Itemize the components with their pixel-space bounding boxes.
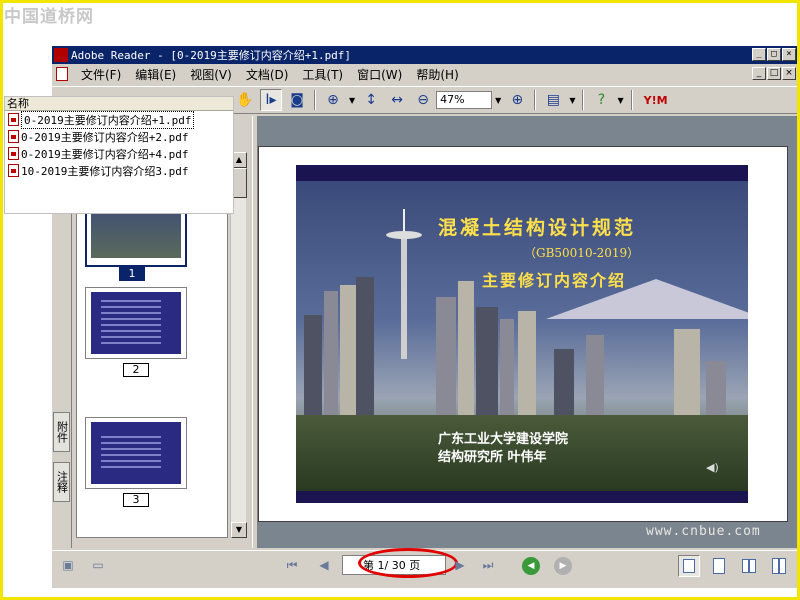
menu-tools[interactable]: 工具(T) bbox=[295, 66, 350, 83]
toolbar-separator bbox=[314, 90, 316, 110]
slide-organization: 广东工业大学建设学院 bbox=[438, 432, 569, 447]
file-item[interactable]: 10-2019主要修订内容介绍3.pdf bbox=[5, 162, 233, 179]
continuous-icon[interactable] bbox=[708, 555, 730, 577]
slide-author: 结构研究所 叶伟年 bbox=[438, 450, 547, 465]
fit-height-icon[interactable]: ↕ bbox=[360, 89, 382, 111]
continuous-facing-icon[interactable] bbox=[768, 555, 790, 577]
thumbnail-page-2[interactable] bbox=[85, 287, 187, 359]
doc-restore-button[interactable]: □ bbox=[767, 67, 781, 80]
status-bar: ▣ ▭ ⏮ ◀ 第 1/ 30 页 ▶ ⏭ ◀ ▶ bbox=[52, 548, 798, 582]
speaker-icon: ◀) bbox=[706, 461, 719, 474]
doc-minimize-button[interactable]: _ bbox=[752, 67, 766, 80]
pdf-file-icon bbox=[8, 130, 19, 143]
document-view: 混凝土结构设计规范 （GB50010-2019） 主要修订内容介绍 广东工业大学… bbox=[258, 116, 798, 548]
chevron-down-icon[interactable]: ▼ bbox=[617, 96, 623, 105]
slide-title: 混凝土结构设计规范 bbox=[438, 217, 637, 239]
tab-comments[interactable]: 注释 bbox=[53, 462, 70, 502]
menu-window[interactable]: 窗口(W) bbox=[350, 66, 409, 83]
adobe-icon bbox=[54, 48, 68, 62]
menu-file[interactable]: 文件(F) bbox=[74, 66, 128, 83]
file-item[interactable]: 0-2019主要修订内容介绍+4.pdf bbox=[5, 145, 233, 162]
go-forward-icon[interactable]: ▶ bbox=[554, 557, 572, 575]
hand-icon[interactable]: ✋ bbox=[234, 89, 256, 111]
watermark-text: 中国道桥网 bbox=[4, 7, 94, 27]
file-name: 0-2019主要修订内容介绍+1.pdf bbox=[21, 110, 195, 129]
pdf-file-icon bbox=[8, 113, 19, 126]
file-list-popup: 名称 0-2019主要修订内容介绍+1.pdf 0-2019主要修订内容介绍+2… bbox=[4, 96, 234, 214]
thumbnail-number: 1 bbox=[119, 267, 145, 281]
zoom-out-icon[interactable]: ⊖ bbox=[412, 89, 434, 111]
toolbar-separator bbox=[582, 90, 585, 110]
sidebar-toggle-icon[interactable]: ▣ bbox=[58, 555, 78, 575]
page-number-field[interactable]: 第 1/ 30 页 bbox=[342, 555, 446, 575]
menu-document[interactable]: 文档(D) bbox=[239, 66, 296, 83]
tab-attachments[interactable]: 附件 bbox=[53, 412, 70, 452]
file-name: 10-2019主要修订内容介绍3.pdf bbox=[21, 164, 189, 178]
pdf-page: 混凝土结构设计规范 （GB50010-2019） 主要修订内容介绍 广东工业大学… bbox=[258, 146, 788, 522]
menu-view[interactable]: 视图(V) bbox=[183, 66, 239, 83]
watermark-url: www.cnbue.com bbox=[646, 524, 761, 539]
window-title: Adobe Reader - [0-2019主要修订内容介绍+1.pdf] bbox=[71, 49, 352, 62]
next-page-icon[interactable]: ▶ bbox=[450, 555, 470, 575]
thumbnail-page-3[interactable] bbox=[85, 417, 187, 489]
page-tools-icon[interactable]: ▤ bbox=[542, 89, 564, 111]
doc-close-button[interactable]: × bbox=[782, 67, 796, 80]
document-icon[interactable] bbox=[56, 67, 68, 81]
pdf-file-icon bbox=[8, 164, 19, 177]
go-back-icon[interactable]: ◀ bbox=[522, 557, 540, 575]
close-button[interactable]: × bbox=[782, 48, 796, 61]
thumbnail-number: 2 bbox=[123, 363, 149, 377]
chevron-down-icon[interactable]: ▼ bbox=[495, 96, 501, 105]
menu-bar: 文件(F) 编辑(E) 视图(V) 文档(D) 工具(T) 窗口(W) 帮助(H… bbox=[52, 64, 798, 84]
chevron-down-icon[interactable]: ▼ bbox=[349, 96, 355, 105]
pdf-file-icon bbox=[8, 147, 19, 160]
chevron-down-icon[interactable]: ▼ bbox=[569, 96, 575, 105]
last-page-icon[interactable]: ⏭ bbox=[478, 555, 498, 575]
thumbnail-number: 3 bbox=[123, 493, 149, 507]
column-header-name[interactable]: 名称 bbox=[5, 97, 233, 111]
first-page-icon[interactable]: ⏮ bbox=[282, 555, 302, 575]
open-icon[interactable]: ▭ bbox=[88, 555, 108, 575]
maximize-button[interactable]: □ bbox=[767, 48, 781, 61]
file-name: 0-2019主要修订内容介绍+2.pdf bbox=[21, 130, 189, 144]
previous-page-icon[interactable]: ◀ bbox=[314, 555, 334, 575]
menu-help[interactable]: 帮助(H) bbox=[409, 66, 465, 83]
slide-image: 混凝土结构设计规范 （GB50010-2019） 主要修订内容介绍 广东工业大学… bbox=[296, 165, 748, 503]
facing-icon[interactable] bbox=[738, 555, 760, 577]
toolbar-separator bbox=[534, 90, 537, 110]
file-name: 0-2019主要修订内容介绍+4.pdf bbox=[21, 147, 189, 161]
slide-code: （GB50010-2019） bbox=[524, 246, 640, 260]
fit-width-icon[interactable]: ↔ bbox=[386, 89, 408, 111]
yahoo-icon[interactable]: Y!M bbox=[639, 89, 673, 111]
select-text-icon[interactable]: I▸ bbox=[260, 89, 282, 111]
slide-subtitle: 主要修订内容介绍 bbox=[482, 271, 627, 290]
file-item[interactable]: 0-2019主要修订内容介绍+2.pdf bbox=[5, 128, 233, 145]
zoom-in-icon[interactable]: ⊕ bbox=[322, 89, 344, 111]
file-item[interactable]: 0-2019主要修订内容介绍+1.pdf bbox=[5, 110, 233, 129]
minimize-button[interactable]: _ bbox=[752, 48, 766, 61]
scroll-down-button[interactable]: ▼ bbox=[231, 522, 247, 538]
single-page-icon[interactable] bbox=[678, 555, 700, 577]
help-icon[interactable]: ? bbox=[590, 89, 612, 111]
toolbar-separator bbox=[630, 90, 633, 110]
zoom-plus-icon[interactable]: ⊕ bbox=[506, 89, 528, 111]
snapshot-icon[interactable]: ◙ bbox=[286, 89, 308, 111]
title-bar[interactable]: Adobe Reader - [0-2019主要修订内容介绍+1.pdf] _ … bbox=[52, 46, 798, 64]
menu-edit[interactable]: 编辑(E) bbox=[128, 66, 183, 83]
zoom-input[interactable]: 47% bbox=[436, 91, 493, 109]
